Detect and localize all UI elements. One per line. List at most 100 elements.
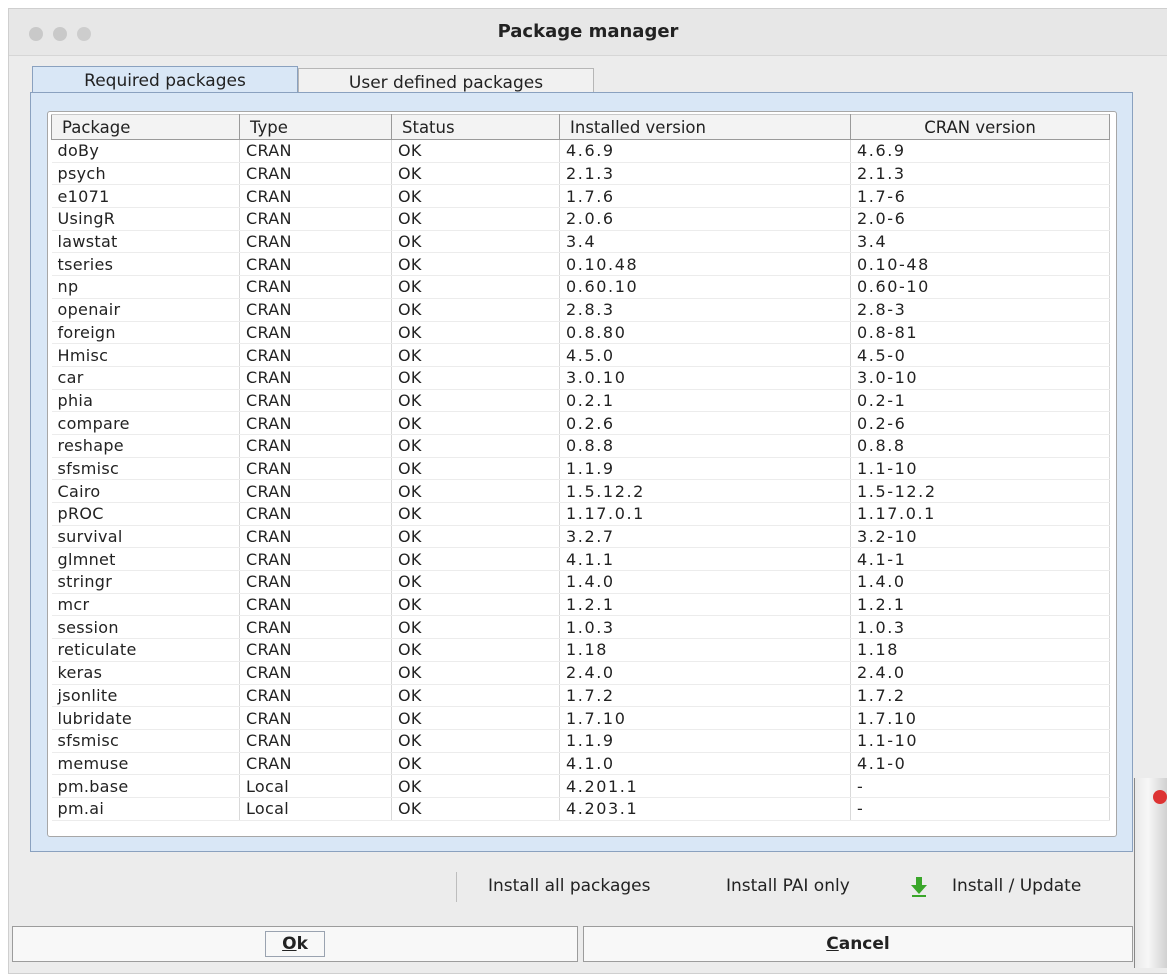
table-row[interactable]: jsonlite CRAN OK 1.7.2 1.7.2	[51, 684, 1110, 708]
cell-status: OK	[391, 321, 560, 345]
table-row[interactable]: doBy CRAN OK 4.6.9 4.6.9	[51, 139, 1110, 163]
ok-button[interactable]: Ok	[12, 926, 578, 962]
table-row[interactable]: pm.base Local OK 4.201.1-	[51, 774, 1110, 798]
cell-installed-version: 1.2.1	[559, 593, 851, 617]
cell-cran-version: 0.10-48	[850, 252, 1110, 277]
table-row[interactable]: tseries CRAN OK 0.10.48 0.10-48	[51, 252, 1110, 277]
column-header-package[interactable]: Package	[51, 114, 240, 140]
cell-cran-version: 4.1-1	[850, 547, 1110, 572]
cell-status: OK	[391, 230, 560, 254]
cell-installed-version: 0.60.10	[559, 275, 851, 299]
cell-cran-version: 1.4.0	[850, 570, 1110, 594]
cell-installed-version: 1.0.3	[559, 615, 851, 640]
cell-type: CRAN	[239, 389, 392, 413]
cell-cran-version: 1.1-10	[850, 457, 1110, 481]
table-row[interactable]: stringr CRAN OK 1.4.0 1.4.0	[51, 570, 1110, 594]
table-row[interactable]: psych CRAN OK 2.1.3 2.1.3	[51, 162, 1110, 186]
table-row[interactable]: phia CRAN OK 0.2.1 0.2-1	[51, 389, 1110, 413]
cell-cran-version: 3.2-10	[850, 525, 1110, 549]
download-arrow-icon[interactable]	[910, 876, 928, 898]
table-row[interactable]: UsingR CRAN OK 2.0.6 2.0-6	[51, 207, 1110, 231]
table-row[interactable]: session CRAN OK 1.0.3 1.0.3	[51, 615, 1110, 640]
cell-type: CRAN	[239, 434, 392, 458]
cell-cran-version: 1.7-6	[850, 184, 1110, 209]
cell-cran-version: 1.18	[850, 638, 1110, 662]
cell-cran-version: 0.2-1	[850, 389, 1110, 413]
cell-type: CRAN	[239, 502, 392, 526]
table-row[interactable]: pm.ai Local OK 4.203.1-	[51, 797, 1110, 821]
column-header-status[interactable]: Status	[391, 114, 560, 140]
column-header-type[interactable]: Type	[239, 114, 392, 140]
column-header-installed-version[interactable]: Installed version	[559, 114, 851, 140]
cell-package: psych	[51, 162, 240, 186]
cell-type: CRAN	[239, 366, 392, 390]
cell-type: CRAN	[239, 207, 392, 231]
table-row[interactable]: np CRAN OK 0.60.10 0.60-10	[51, 275, 1110, 299]
edge-indicator-dot	[1153, 790, 1167, 804]
cell-package: mcr	[51, 593, 240, 617]
column-header-cran-version[interactable]: CRAN version	[850, 114, 1110, 140]
cell-status: OK	[391, 661, 560, 685]
cell-package: reticulate	[51, 638, 240, 662]
title-bar: Package manager	[9, 9, 1167, 56]
install-update-button[interactable]: Install / Update	[952, 876, 1081, 896]
table-header-row: Package Type Status Installed version CR…	[51, 114, 1110, 140]
install-pai-only-button[interactable]: Install PAI only	[726, 876, 850, 896]
packages-table-container: Package Type Status Installed version CR…	[47, 111, 1117, 837]
cell-package: session	[51, 615, 240, 640]
cell-status: OK	[391, 298, 560, 322]
table-row[interactable]: car CRAN OK 3.0.10 3.0-10	[51, 366, 1110, 390]
table-row[interactable]: foreign CRAN OK 0.8.80 0.8-81	[51, 321, 1110, 345]
table-row[interactable]: keras CRAN OK 2.4.0 2.4.0	[51, 661, 1110, 685]
cell-type: CRAN	[239, 411, 392, 435]
cell-installed-version: 1.5.12.2	[559, 479, 851, 503]
install-all-packages-button[interactable]: Install all packages	[488, 876, 650, 896]
table-body: doBy CRAN OK 4.6.9 4.6.9 psych CRAN OK 2.1.3 2.1.…	[51, 139, 1110, 821]
cell-cran-version: 2.0-6	[850, 207, 1110, 231]
table-row[interactable]: sfsmisc CRAN OK 1.1.9 1.1-10	[51, 729, 1110, 753]
table-row[interactable]: reshape CRAN OK 0.8.8 0.8.8	[51, 434, 1110, 458]
table-row[interactable]: glmnet CRAN OK 4.1.1 4.1-1	[51, 547, 1110, 572]
cell-installed-version: 1.7.2	[559, 684, 851, 708]
table-row[interactable]: Hmisc CRAN OK 4.5.0 4.5-0	[51, 343, 1110, 367]
table-row[interactable]: mcr CRAN OK 1.2.1 1.2.1	[51, 593, 1110, 617]
cell-type: CRAN	[239, 230, 392, 254]
table-row[interactable]: compare CRAN OK 0.2.6 0.2-6	[51, 411, 1110, 435]
cell-package: e1071	[51, 184, 240, 209]
table-row[interactable]: memuse CRAN OK 4.1.0 4.1-0	[51, 752, 1110, 776]
cell-installed-version: 2.1.3	[559, 162, 851, 186]
cancel-button[interactable]: Cancel	[583, 926, 1133, 962]
cell-package: doBy	[51, 139, 240, 163]
packages-table: Package Type Status Installed version CR…	[51, 114, 1110, 821]
edge-side-widget	[1134, 778, 1167, 968]
cell-package: np	[51, 275, 240, 299]
cell-package: Hmisc	[51, 343, 240, 367]
ok-label: k	[296, 934, 308, 954]
table-row[interactable]: pROC CRAN OK 1.17.0.1 1.17.0.1	[51, 502, 1110, 526]
table-row[interactable]: openair CRAN OK 2.8.3 2.8-3	[51, 298, 1110, 322]
cell-type: CRAN	[239, 525, 392, 549]
cell-cran-version: 3.0-10	[850, 366, 1110, 390]
cell-type: CRAN	[239, 684, 392, 708]
cell-status: OK	[391, 457, 560, 481]
cell-status: OK	[391, 139, 560, 163]
cell-status: OK	[391, 570, 560, 594]
cell-installed-version: 4.6.9	[559, 139, 851, 163]
cell-package: foreign	[51, 321, 240, 345]
cell-status: OK	[391, 684, 560, 708]
table-row[interactable]: Cairo CRAN OK 1.5.12.2 1.5-12.2	[51, 479, 1110, 503]
table-row[interactable]: e1071 CRAN OK 1.7.6 1.7-6	[51, 184, 1110, 209]
cell-type: CRAN	[239, 252, 392, 277]
table-row[interactable]: lubridate CRAN OK 1.7.10 1.7.10	[51, 706, 1110, 730]
cell-cran-version: 1.0.3	[850, 615, 1110, 640]
table-row[interactable]: survival CRAN OK 3.2.7 3.2-10	[51, 525, 1110, 549]
cell-cran-version: 1.1-10	[850, 729, 1110, 753]
table-row[interactable]: lawstat CRAN OK 3.4 3.4	[51, 230, 1110, 254]
tab-panel: Package Type Status Installed version CR…	[30, 92, 1133, 852]
table-row[interactable]: sfsmisc CRAN OK 1.1.9 1.1-10	[51, 457, 1110, 481]
cell-installed-version: 1.4.0	[559, 570, 851, 594]
cell-package: glmnet	[51, 547, 240, 572]
table-row[interactable]: reticulate CRAN OK 1.18 1.18	[51, 638, 1110, 662]
cell-cran-version: 0.8.8	[850, 434, 1110, 458]
cell-type: CRAN	[239, 661, 392, 685]
